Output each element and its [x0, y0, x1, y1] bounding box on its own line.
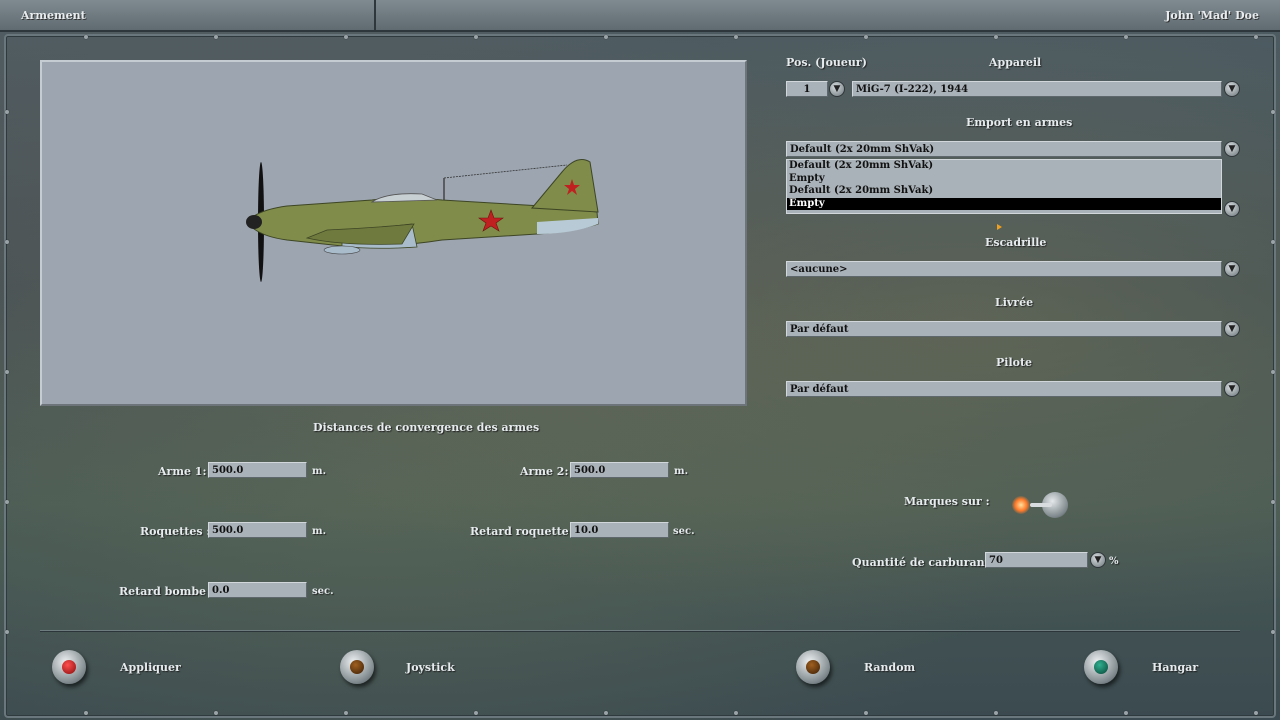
rivet-icon — [1271, 110, 1275, 114]
random-lamp-icon — [806, 660, 820, 674]
rivet-icon — [5, 110, 9, 114]
rivet-icon — [5, 370, 9, 374]
apply-lamp-icon — [62, 660, 76, 674]
position-select[interactable]: 1 — [786, 81, 828, 97]
title-separator — [374, 0, 376, 30]
rivet-icon — [344, 711, 348, 715]
loadout-option[interactable]: Default (2x 20mm ShVak) — [787, 185, 1221, 198]
aircraft-preview — [40, 60, 747, 406]
title-bar: Armement John 'Mad' Doe — [0, 0, 1280, 32]
rocket-delay-input[interactable]: 10.0 — [570, 522, 669, 538]
livery-dropdown-icon[interactable]: ▼ — [1224, 321, 1240, 337]
bomb-delay-label: Retard bombe : — [119, 585, 214, 598]
markings-label: Marques sur : — [904, 495, 990, 508]
mouse-cursor-icon — [997, 224, 1002, 230]
weapon2-input[interactable]: 500.0 — [570, 462, 669, 478]
joystick-lamp-icon — [350, 660, 364, 674]
rivet-icon — [604, 35, 608, 39]
weapon2-unit: m. — [674, 466, 689, 477]
rivet-icon — [994, 711, 998, 715]
toggle-lever-icon — [1030, 503, 1052, 507]
weapon2-label: Arme 2: — [520, 465, 569, 478]
rivet-icon — [1254, 35, 1258, 39]
markings-toggle[interactable] — [1010, 490, 1072, 520]
rivet-icon — [1271, 630, 1275, 634]
markings-on-lamp-icon — [1012, 496, 1030, 514]
rivet-icon — [864, 35, 868, 39]
rockets-input[interactable]: 500.0 — [208, 522, 307, 538]
rockets-label: Roquettes : — [140, 525, 211, 538]
pilot-select[interactable]: Par défaut — [786, 381, 1222, 397]
aircraft-label: Appareil — [989, 56, 1042, 69]
rivet-icon — [214, 35, 218, 39]
loadout-option-selected[interactable]: Empty — [787, 197, 1221, 210]
random-lamp-button[interactable] — [796, 650, 830, 684]
rivet-icon — [474, 711, 478, 715]
pilot-label: Pilote — [996, 356, 1033, 369]
rivet-icon — [1124, 35, 1128, 39]
aircraft-select[interactable]: MiG-7 (I-222), 1944 — [852, 81, 1222, 97]
rivet-icon — [1254, 711, 1258, 715]
livery-label: Livrée — [995, 296, 1034, 309]
loadout-option[interactable]: Empty — [787, 173, 1221, 186]
rivet-icon — [994, 35, 998, 39]
rockets-unit: m. — [312, 526, 327, 537]
hangar-lamp-button[interactable] — [1084, 650, 1118, 684]
fuel-unit: % — [1109, 556, 1119, 567]
rivet-icon — [604, 711, 608, 715]
loadout-dropdown-list[interactable]: Default (2x 20mm ShVak) Empty Default (2… — [786, 159, 1222, 214]
fuel-label: Quantité de carburant : — [852, 556, 998, 569]
rivet-icon — [5, 240, 9, 244]
rivet-icon — [344, 35, 348, 39]
squadron-label: Escadrille — [985, 236, 1047, 249]
rivet-icon — [1124, 711, 1128, 715]
hangar-lamp-icon — [1094, 660, 1108, 674]
apply-lamp-button[interactable] — [52, 650, 86, 684]
rivet-icon — [1271, 500, 1275, 504]
loadout-label: Emport en armes — [966, 116, 1073, 129]
rivet-icon — [84, 711, 88, 715]
livery-select[interactable]: Par défaut — [786, 321, 1222, 337]
rivet-icon — [1271, 370, 1275, 374]
loadout-option[interactable]: Default (2x 20mm ShVak) — [787, 160, 1221, 173]
aircraft-dropdown-icon[interactable]: ▼ — [1224, 81, 1240, 97]
position-label: Pos. (Joueur) — [786, 56, 867, 69]
rivet-icon — [84, 35, 88, 39]
aircraft-model-icon — [246, 159, 599, 282]
loadout-dropdown-icon[interactable]: ▼ — [1224, 141, 1240, 157]
bomb-delay-unit: sec. — [312, 586, 334, 597]
rivet-icon — [474, 35, 478, 39]
loadout-list-scroll-icon[interactable]: ▼ — [1224, 201, 1240, 217]
rivet-icon — [1271, 240, 1275, 244]
bomb-delay-input[interactable]: 0.0 — [208, 582, 307, 598]
rivet-icon — [214, 711, 218, 715]
squadron-select[interactable]: <aucune> — [786, 261, 1222, 277]
weapon1-label: Arme 1: — [158, 465, 207, 478]
rivet-icon — [734, 35, 738, 39]
loadout-select[interactable]: Default (2x 20mm ShVak) — [786, 141, 1222, 157]
convergence-heading: Distances de convergence des armes — [313, 421, 540, 434]
pilot-dropdown-icon[interactable]: ▼ — [1224, 381, 1240, 397]
rivet-icon — [5, 630, 9, 634]
bottom-divider — [40, 630, 1240, 631]
fuel-select[interactable]: 70 — [985, 552, 1088, 568]
squadron-dropdown-icon[interactable]: ▼ — [1224, 261, 1240, 277]
weapon1-unit: m. — [312, 466, 327, 477]
rocket-delay-unit: sec. — [673, 526, 695, 537]
fuel-dropdown-icon[interactable]: ▼ — [1090, 552, 1106, 568]
random-button-label[interactable]: Random — [864, 661, 915, 674]
apply-button-label[interactable]: Appliquer — [120, 661, 181, 674]
rocket-delay-label: Retard roquette : — [470, 525, 577, 538]
position-dropdown-icon[interactable]: ▼ — [829, 81, 845, 97]
rivet-icon — [734, 711, 738, 715]
rivet-icon — [5, 500, 9, 504]
joystick-button-label[interactable]: Joystick — [406, 661, 455, 674]
hangar-button-label[interactable]: Hangar — [1152, 661, 1198, 674]
weapon1-input[interactable]: 500.0 — [208, 462, 307, 478]
pilot-name: John 'Mad' Doe — [1165, 9, 1259, 22]
joystick-lamp-button[interactable] — [340, 650, 374, 684]
screen-title: Armement — [21, 9, 86, 22]
rivet-icon — [864, 711, 868, 715]
